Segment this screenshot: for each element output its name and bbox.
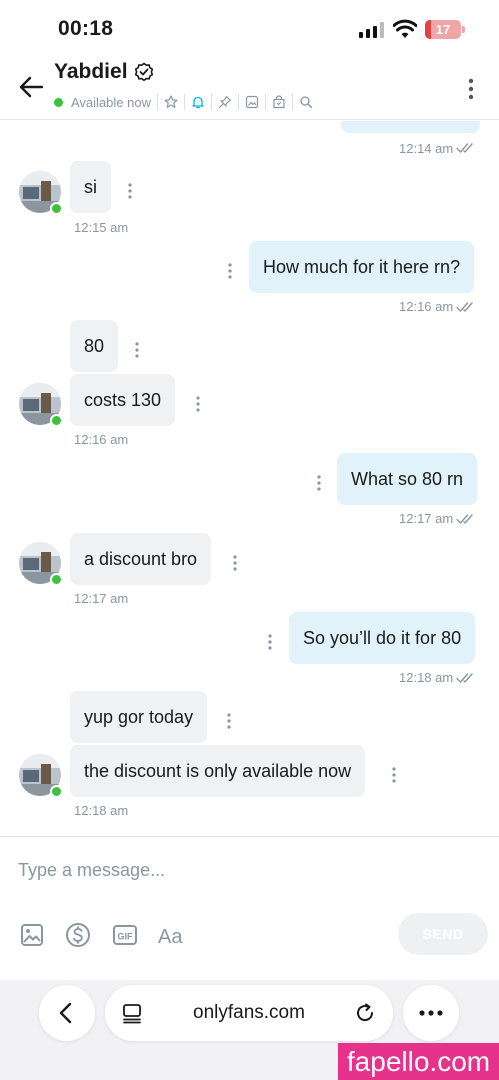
- message-options-icon[interactable]: [228, 263, 232, 279]
- online-indicator: [54, 97, 63, 107]
- search-icon[interactable]: [299, 95, 313, 109]
- bag-icon[interactable]: [272, 95, 286, 109]
- avatar[interactable]: [19, 754, 63, 798]
- url-text[interactable]: onlyfans.com: [105, 985, 393, 1041]
- online-indicator: [50, 202, 63, 215]
- back-icon: [59, 1002, 72, 1024]
- signal-icon: [359, 22, 384, 38]
- header-subrow: Available now: [54, 93, 313, 111]
- chat-header: Yabdiel Available now: [0, 58, 499, 120]
- wifi-icon: [393, 19, 417, 38]
- send-button[interactable]: SEND: [398, 913, 488, 955]
- message-timestamp: 12:16 am: [399, 299, 454, 314]
- online-indicator: [50, 573, 63, 586]
- text-format-icon[interactable]: Aa: [157, 921, 187, 949]
- incoming-message[interactable]: a discount bro: [70, 533, 212, 585]
- status-bar: 00:18 17: [0, 0, 499, 58]
- more-icon[interactable]: [466, 78, 476, 100]
- message-options-icon[interactable]: [128, 183, 132, 199]
- avatar[interactable]: [19, 383, 63, 427]
- incoming-message[interactable]: the discount is only available now: [70, 745, 366, 797]
- availability-status: Available now: [71, 94, 151, 110]
- incoming-message[interactable]: si: [70, 161, 111, 213]
- message-timestamp: 12:17 am: [399, 511, 454, 526]
- status-time: 00:18: [58, 17, 114, 40]
- outgoing-message[interactable]: [341, 121, 480, 133]
- bell-icon[interactable]: [191, 95, 205, 109]
- message-options-icon[interactable]: [227, 713, 231, 729]
- reload-icon[interactable]: [353, 1001, 377, 1025]
- divider: [210, 94, 212, 110]
- back-arrow-icon[interactable]: [18, 74, 44, 100]
- outgoing-message[interactable]: What so 80 rn: [337, 453, 478, 505]
- svg-text:GIF: GIF: [118, 932, 134, 942]
- watermark: fapello.com: [338, 1043, 499, 1080]
- pin-icon[interactable]: [218, 95, 232, 109]
- divider: [237, 94, 239, 110]
- svg-text:Aa: Aa: [158, 926, 183, 948]
- battery-icon: 17: [425, 20, 461, 39]
- message-options-icon[interactable]: [268, 634, 272, 650]
- divider: [156, 94, 158, 110]
- outgoing-message[interactable]: How much for it here rn?: [249, 241, 475, 293]
- message-options-icon[interactable]: [135, 342, 139, 358]
- message-input[interactable]: [18, 855, 478, 885]
- incoming-message[interactable]: yup gor today: [70, 691, 208, 743]
- image-icon[interactable]: [245, 95, 259, 109]
- message-list[interactable]: 12:14 am si 12:15 am How much for it her…: [0, 121, 499, 835]
- incoming-message[interactable]: 80: [70, 320, 119, 372]
- message-timestamp: 12:18 am: [74, 803, 129, 818]
- image-icon[interactable]: [18, 921, 46, 949]
- avatar[interactable]: [19, 171, 63, 215]
- message-timestamp: 12:14 am: [399, 141, 454, 156]
- browser-more-button[interactable]: [403, 985, 459, 1041]
- message-options-icon[interactable]: [392, 767, 396, 783]
- star-icon[interactable]: [164, 95, 178, 109]
- read-receipt-icon: [456, 143, 473, 153]
- online-indicator: [50, 785, 63, 798]
- browser-back-button[interactable]: [39, 985, 95, 1041]
- battery-percent: 17: [435, 22, 451, 37]
- more-icon: [419, 1010, 443, 1016]
- verified-icon: [134, 62, 153, 82]
- gif-icon[interactable]: GIF: [111, 921, 139, 949]
- divider: [291, 94, 293, 110]
- message-options-icon[interactable]: [196, 396, 200, 412]
- message-timestamp: 12:18 am: [399, 670, 454, 685]
- message-composer: GIF Aa SEND: [0, 836, 499, 980]
- read-receipt-icon: [456, 514, 473, 524]
- online-indicator: [50, 414, 63, 427]
- title-row: Yabdiel: [54, 60, 154, 84]
- divider: [183, 94, 185, 110]
- avatar[interactable]: [19, 542, 63, 586]
- message-options-icon[interactable]: [233, 555, 237, 571]
- message-timestamp: 12:17 am: [74, 591, 129, 606]
- message-timestamp: 12:15 am: [74, 220, 129, 235]
- divider: [264, 94, 266, 110]
- battery-tip: [462, 26, 465, 33]
- contact-name[interactable]: Yabdiel: [54, 60, 128, 84]
- message-timestamp: 12:16 am: [74, 432, 129, 447]
- incoming-message[interactable]: costs 130: [70, 374, 176, 426]
- outgoing-message[interactable]: So you’ll do it for 80: [289, 612, 476, 664]
- read-receipt-icon: [456, 302, 473, 312]
- address-bar[interactable]: onlyfans.com: [105, 985, 393, 1041]
- message-options-icon[interactable]: [317, 475, 321, 491]
- dollar-icon[interactable]: [64, 921, 92, 949]
- read-receipt-icon: [456, 673, 473, 683]
